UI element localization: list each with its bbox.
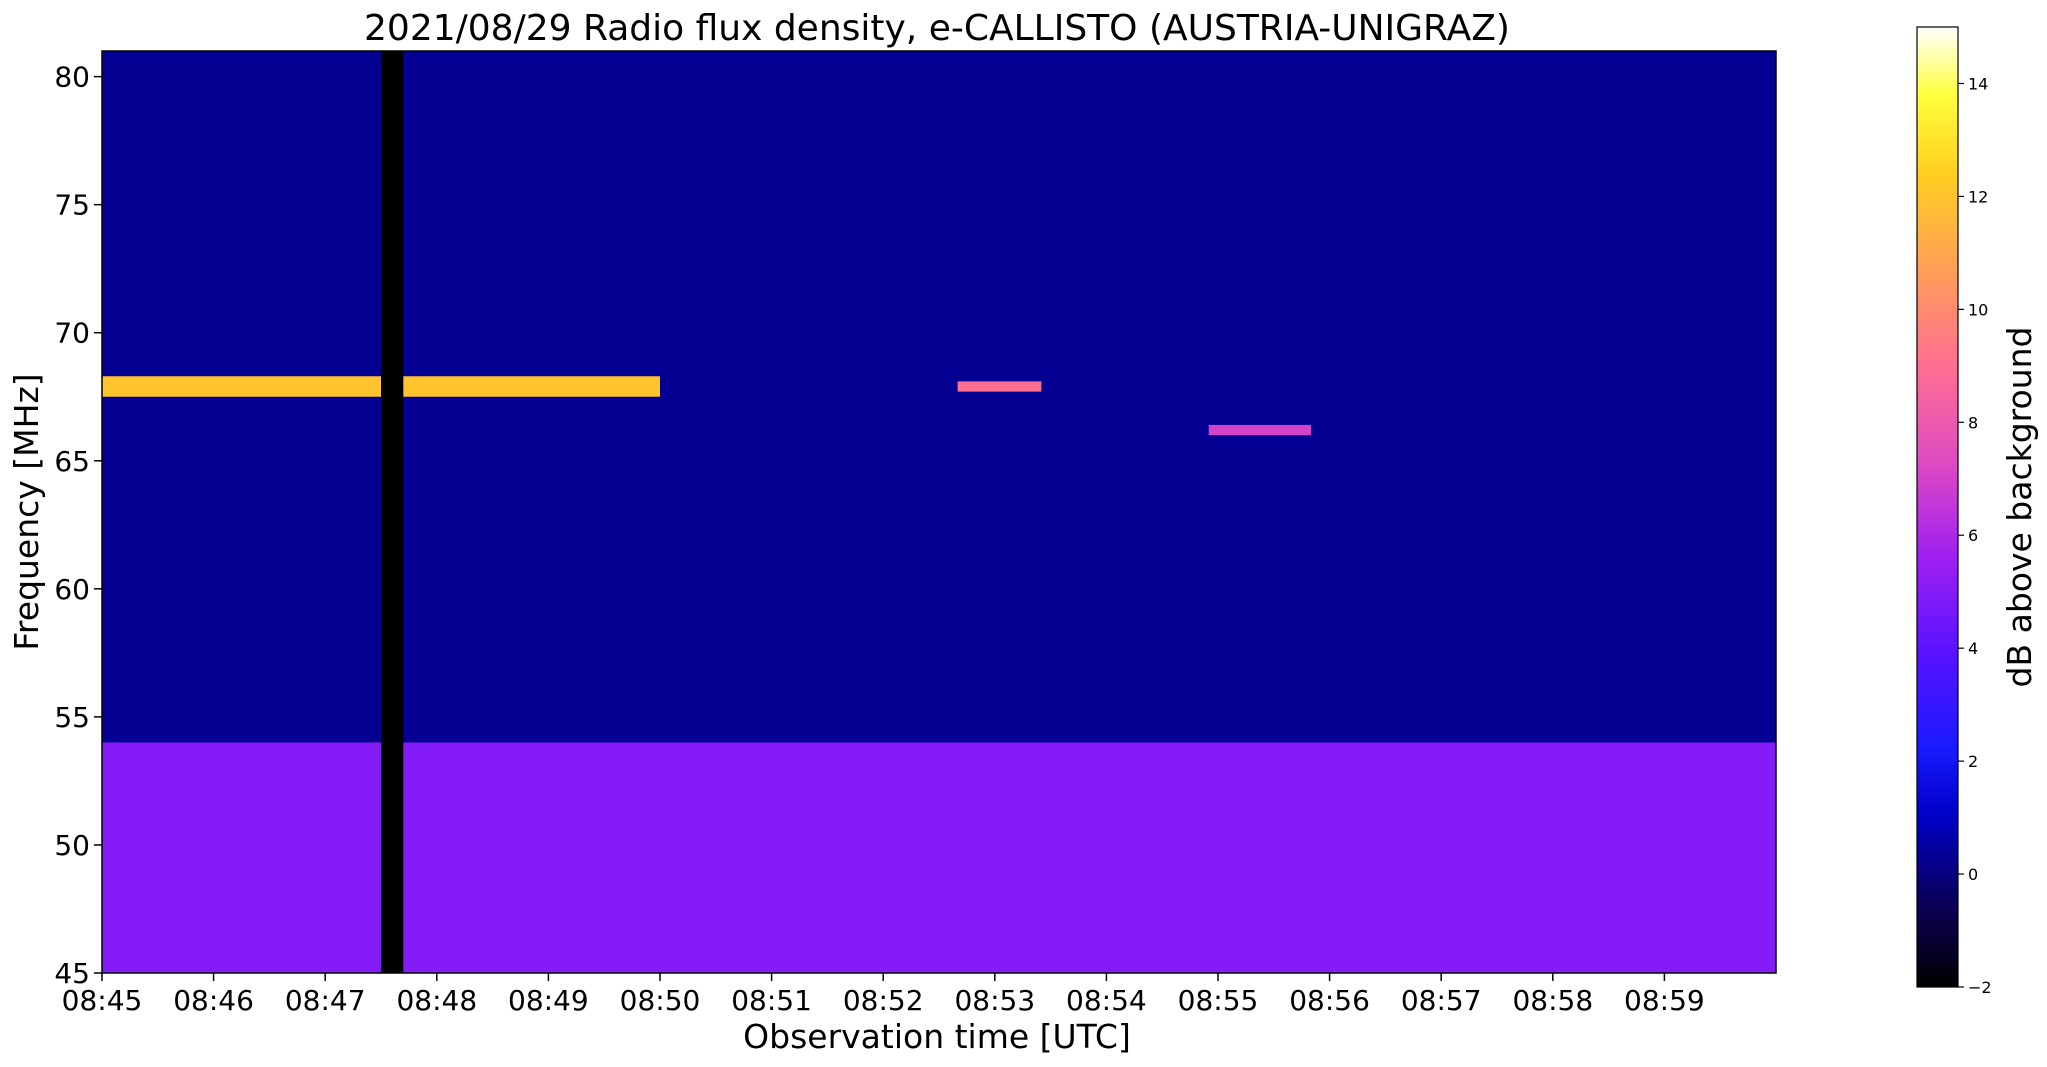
x-tick-label: 08:51 [731, 984, 812, 1017]
colorbar-tick-label: 6 [1968, 526, 1978, 545]
y-tick-label: 60 [54, 573, 90, 606]
spectrogram-feature-3 [1208, 424, 1311, 436]
x-tick-label: 08:56 [1289, 984, 1370, 1017]
x-tick-label: 08:50 [620, 984, 701, 1017]
x-axis: 08:45 08:46 08:47 08:48 08:49 08:50 08:51 08:52… [62, 973, 1705, 1017]
y-tick-label: 70 [54, 317, 90, 350]
colorbar-tick-label: 2 [1968, 752, 1978, 771]
x-tick-label: 08:59 [1624, 984, 1705, 1017]
colorbar-tick-label: 10 [1968, 300, 1988, 319]
figure: 2021/08/29 Radio flux density, e-CALLIST… [7, 8, 2039, 1056]
colorbar-tick-label: 12 [1968, 187, 1988, 206]
y-axis: 4550556065707580 [54, 61, 102, 990]
x-tick-label: 08:55 [1178, 984, 1259, 1017]
colorbar-tick-label: −2 [1968, 978, 1992, 997]
colorbar-label: dB above background [2000, 327, 2039, 688]
x-tick-label: 08:53 [954, 984, 1035, 1017]
colorbar-tick-label: 4 [1968, 639, 1978, 658]
x-tick-label: 08:49 [508, 984, 589, 1017]
plot-area [102, 51, 1776, 973]
y-tick-label: 55 [54, 701, 90, 734]
x-tick-label: 08:52 [843, 984, 924, 1017]
y-tick-label: 65 [54, 445, 90, 478]
colorbar-tick-label: 8 [1968, 413, 1978, 432]
x-tick-label: 08:57 [1401, 984, 1482, 1017]
chart-title: 2021/08/29 Radio flux density, e-CALLIST… [364, 8, 1510, 49]
x-tick-label: 08:54 [1066, 984, 1147, 1017]
x-tick-label: 08:58 [1512, 984, 1593, 1017]
colorbar-tick-label: 0 [1968, 865, 1978, 884]
colorbar-tick-label: 14 [1968, 74, 1988, 93]
colorbar-axis: −2 0 2 4 6 8 10 12 14 [1958, 74, 1992, 997]
x-tick-label: 08:45 [62, 984, 143, 1017]
spectrogram-feature-4 [102, 742, 1776, 973]
x-tick-label: 08:47 [285, 984, 366, 1017]
x-tick-label: 08:46 [173, 984, 254, 1017]
y-tick-label: 80 [54, 61, 90, 94]
spectrogram-feature-2 [957, 381, 1042, 392]
x-axis-label: Observation time [UTC] [743, 1017, 1131, 1056]
x-tick-label: 08:48 [396, 984, 477, 1017]
y-tick-label: 75 [54, 189, 90, 222]
y-tick-label: 50 [54, 829, 90, 862]
colorbar [1916, 26, 1959, 988]
spectrogram-feature-5 [381, 51, 404, 973]
y-axis-label: Frequency [MHz] [7, 373, 46, 650]
